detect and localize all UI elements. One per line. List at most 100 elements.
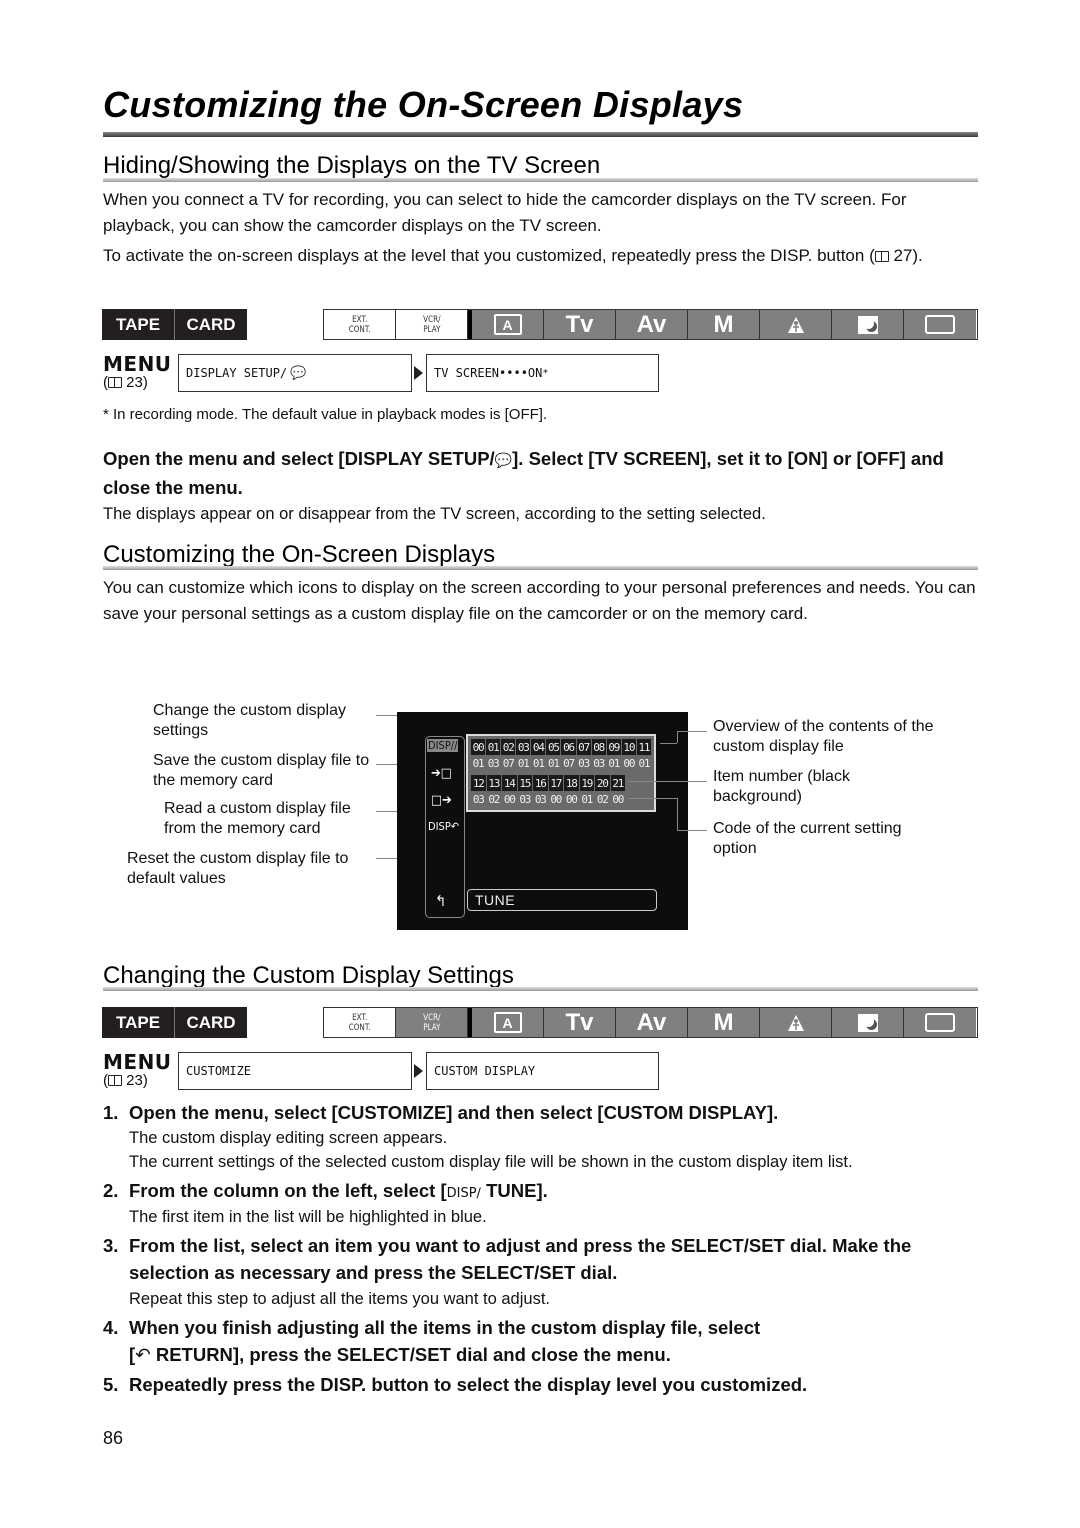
activate-text: To activate the on-screen displays at th…	[103, 246, 865, 265]
step-1-note: The custom display editing screen appear…	[129, 1129, 448, 1147]
item-number-row: 00 01 02 03 04 05 06 07 08 09 10 11	[471, 739, 651, 755]
item-number-cell[interactable]: 14	[502, 775, 517, 791]
menu-path-from: DISPLAY SETUP/💬	[178, 354, 412, 392]
mode-vcr-play: VCR/PLAY	[396, 310, 468, 339]
item-number-cell[interactable]: 18	[564, 775, 579, 791]
setting-code-cell[interactable]: 03	[518, 791, 533, 807]
step-1: 1. Open the menu, select [CUSTOMIZE] and …	[103, 1102, 779, 1123]
step-5: 5. Repeatedly press the DISP. button to s…	[103, 1374, 808, 1395]
spotlight-icon	[760, 310, 832, 339]
setting-code-cell[interactable]: 03	[592, 755, 606, 771]
callout-overview: Overview of the contents of the custom d…	[713, 718, 934, 755]
speech-bubble-icon: 💬	[494, 452, 513, 468]
step-2: 2. From the column on the left, select [D…	[103, 1177, 983, 1207]
disp-reset-icon[interactable]: DISP↶	[428, 820, 459, 833]
section-rule	[103, 987, 978, 991]
item-number-cell[interactable]: 00	[471, 739, 486, 755]
setting-code-cell[interactable]: 02	[595, 791, 610, 807]
mode-tv: Tv	[544, 1008, 616, 1037]
callout-setting-code: Code of the current setting option	[713, 820, 902, 857]
instruction-note: The displays appear on or disappear from…	[103, 505, 766, 523]
setting-code-cell[interactable]: 01	[580, 791, 595, 807]
item-number-cell[interactable]: 02	[501, 739, 516, 755]
section-rule	[103, 178, 978, 182]
menu-arrow-icon	[414, 366, 423, 380]
item-number-cell[interactable]: 04	[531, 739, 546, 755]
setting-code-cell[interactable]: 00	[564, 791, 579, 807]
item-number-cell[interactable]: 10	[621, 739, 636, 755]
menu-path-to: CUSTOM DISPLAY	[426, 1052, 659, 1090]
setting-code-cell[interactable]: 03	[533, 791, 548, 807]
media-card: CARD	[174, 309, 247, 340]
frame-icon	[904, 1008, 976, 1037]
item-number-cell[interactable]: 07	[576, 739, 591, 755]
setting-code-cell[interactable]: 00	[549, 791, 564, 807]
callout-save-file: Save the custom display file to the memo…	[153, 752, 370, 789]
tune-field[interactable]: TUNE	[467, 889, 657, 911]
save-to-card-icon[interactable]: ➔□	[431, 766, 452, 781]
setting-code-cell[interactable]: 01	[637, 755, 651, 771]
mode-indicator-bar: EXT. CONT. VCR/PLAY A Tv Av M	[323, 309, 978, 340]
title-rule	[103, 132, 978, 137]
mode-tv: Tv	[544, 310, 616, 339]
setting-code-cell[interactable]: 02	[487, 791, 502, 807]
item-number-cell[interactable]: 06	[561, 739, 576, 755]
book-icon	[108, 377, 122, 388]
setting-code-cell[interactable]: 01	[471, 755, 485, 771]
item-number-cell[interactable]: 15	[517, 775, 532, 791]
item-number-cell[interactable]: 03	[516, 739, 531, 755]
book-icon	[108, 1075, 122, 1086]
setting-code-cell[interactable]: 03	[471, 791, 486, 807]
item-number-cell[interactable]: 17	[548, 775, 563, 791]
item-number-row: 12 13 14 15 16 17 18 19 20 21	[471, 775, 651, 791]
setting-code-cell[interactable]: 07	[501, 755, 515, 771]
setting-code-cell[interactable]: 01	[531, 755, 545, 771]
media-indicator: TAPE CARD	[102, 1007, 247, 1038]
mode-auto: A	[472, 310, 544, 339]
section-heading-customizing: Customizing the On-Screen Displays	[103, 541, 496, 568]
item-number-cell[interactable]: 16	[533, 775, 548, 791]
item-number-cell[interactable]: 01	[486, 739, 501, 755]
mode-ext-cont: EXT. CONT.	[324, 310, 396, 339]
setting-code-cell[interactable]: 00	[611, 791, 626, 807]
mode-vcr-play: VCR/PLAY	[396, 1008, 468, 1037]
setting-code-cell[interactable]: 03	[486, 755, 500, 771]
mode-auto: A	[472, 1008, 544, 1037]
setting-code-cell[interactable]: 03	[577, 755, 591, 771]
return-icon: ↶	[135, 1345, 151, 1366]
activate-paragraph: To activate the on-screen displays at th…	[103, 246, 923, 265]
item-number-cell[interactable]: 08	[591, 739, 606, 755]
custom-display-screen: DISP∕∕ ➔□ □➔ DISP↶ ↰ 00 01 02 03 04 05 06 07 08 0…	[397, 712, 688, 930]
item-number-cell[interactable]: 19	[579, 775, 594, 791]
item-number-cell[interactable]: 05	[546, 739, 561, 755]
setting-code-cell[interactable]: 01	[516, 755, 530, 771]
spotlight-icon	[760, 1008, 832, 1037]
footnote: * In recording mode. The default value i…	[103, 406, 548, 423]
setting-code-cell[interactable]: 00	[622, 755, 636, 771]
setting-code-cell[interactable]: 07	[561, 755, 575, 771]
return-icon[interactable]: ↰	[435, 892, 446, 910]
item-number-cell[interactable]: 13	[486, 775, 501, 791]
mode-ext-cont: EXT. CONT.	[324, 1008, 396, 1037]
customizing-paragraph: You can customize which icons to display…	[103, 578, 976, 623]
menu-path-to: TV SCREEN••••ON *	[426, 354, 659, 392]
item-number-cell[interactable]: 12	[471, 775, 486, 791]
setting-code-cell[interactable]: 00	[502, 791, 517, 807]
intro-paragraph: When you connect a TV for recording, you…	[103, 190, 907, 235]
speech-bubble-icon: 💬	[290, 365, 307, 381]
item-number-cell[interactable]: 20	[595, 775, 610, 791]
step-3-note: Repeat this step to adjust all the items…	[129, 1290, 550, 1308]
disp-tune-icon[interactable]: DISP∕∕	[427, 739, 459, 752]
frame-icon	[904, 310, 976, 339]
item-number-cell[interactable]: 21	[610, 775, 625, 791]
read-from-card-icon[interactable]: □➔	[431, 793, 452, 808]
setting-code-cell[interactable]: 01	[546, 755, 560, 771]
menu-arrow-icon	[414, 1064, 423, 1078]
custom-display-grid: 00 01 02 03 04 05 06 07 08 09 10 11 01 03 07 01 01 01 07 0…	[466, 734, 656, 812]
section-heading-changing: Changing the Custom Display Settings	[103, 962, 514, 989]
item-number-cell[interactable]: 09	[606, 739, 621, 755]
setting-code-cell[interactable]: 01	[607, 755, 621, 771]
section-rule	[103, 566, 978, 570]
mode-m: M	[688, 310, 760, 339]
item-number-cell[interactable]: 11	[636, 739, 651, 755]
